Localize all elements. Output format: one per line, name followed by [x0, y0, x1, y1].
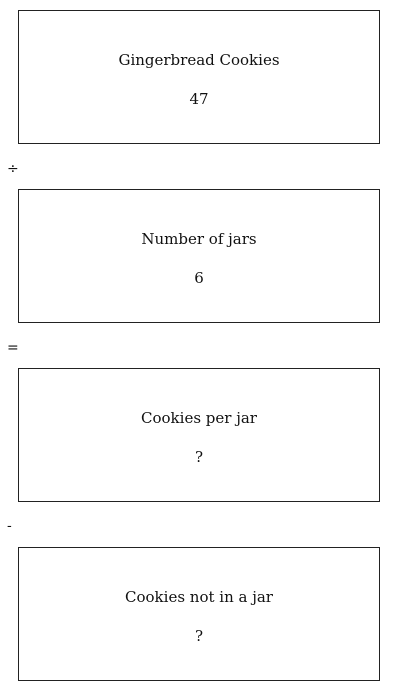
- box-label: Gingerbread Cookies: [118, 51, 280, 69]
- division-operator: ÷: [7, 161, 19, 177]
- box-value: ?: [194, 448, 204, 466]
- minus-operator: -: [7, 518, 12, 534]
- box-value: 47: [189, 90, 209, 108]
- gingerbread-cookies-box: Gingerbread Cookies 47: [18, 10, 380, 144]
- box-label: Number of jars: [141, 230, 257, 248]
- box-label: Cookies per jar: [141, 409, 257, 427]
- cookies-not-in-a-jar-box: Cookies not in a jar ?: [18, 547, 380, 681]
- cookies-per-jar-box: Cookies per jar ?: [18, 368, 380, 502]
- box-value: ?: [194, 627, 204, 645]
- box-label: Cookies not in a jar: [125, 588, 273, 606]
- box-value: 6: [194, 269, 204, 287]
- number-of-jars-box: Number of jars 6: [18, 189, 380, 323]
- equals-operator: =: [7, 340, 19, 356]
